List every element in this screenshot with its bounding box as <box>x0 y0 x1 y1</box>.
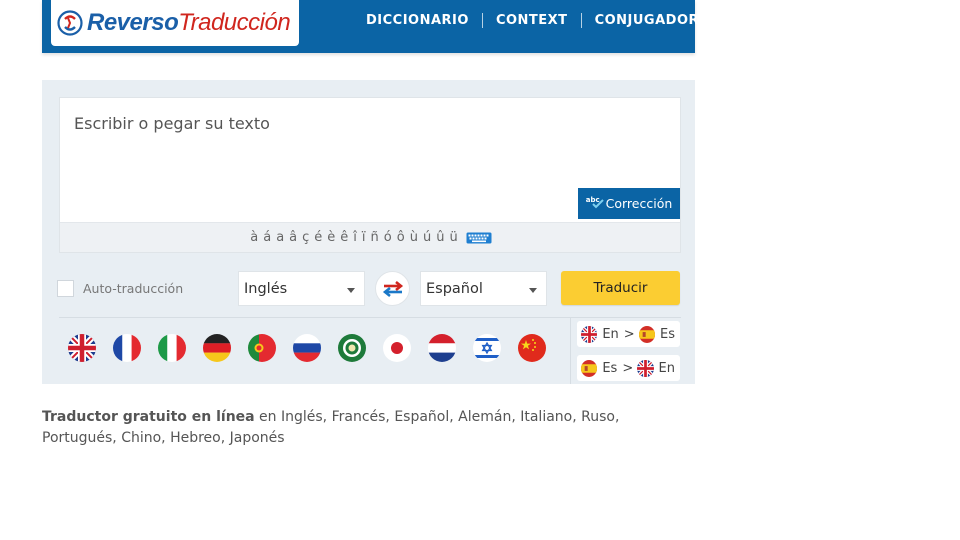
accent-char-key[interactable]: è <box>325 230 338 245</box>
china-flag-icon[interactable] <box>518 334 546 362</box>
language-flags <box>68 334 563 362</box>
accent-char-key[interactable]: û <box>434 230 447 245</box>
accent-char-key[interactable]: ô <box>394 230 407 245</box>
footer-description: Traductor gratuito en línea en Inglés, F… <box>42 407 682 449</box>
nav-context[interactable]: CONTEXT <box>483 13 582 28</box>
main-nav: DICCIONARIO CONTEXT CONJUGADOR <box>353 13 714 28</box>
accent-char-key[interactable]: é <box>312 230 325 245</box>
accent-char-key[interactable]: ê <box>338 230 351 245</box>
correction-label: Corrección <box>605 196 673 211</box>
auto-translate-label: Auto-traducción <box>83 281 184 296</box>
pair-from-label: Es <box>602 360 618 376</box>
source-language-value: Inglés <box>244 280 288 297</box>
accent-char-key[interactable]: ñ <box>368 230 381 245</box>
uk-flag-icon <box>637 359 654 377</box>
accent-char-key[interactable]: â <box>287 230 300 245</box>
pair-en-es-button[interactable]: En > Es <box>577 321 680 347</box>
pair-to-label: Es <box>659 326 675 342</box>
accent-char-key[interactable]: ù <box>407 230 420 245</box>
correction-button[interactable]: abc Corrección <box>578 188 680 219</box>
netherlands-flag-icon[interactable] <box>428 334 456 362</box>
accent-char-key[interactable]: ï <box>359 230 368 245</box>
swap-arrows-icon <box>382 280 403 297</box>
logo[interactable]: ReversoTraducción <box>51 0 299 46</box>
accent-keyboard: àáaâçéèêîïñóôùúûü <box>60 222 680 252</box>
source-language-select[interactable]: Inglés <box>238 271 365 306</box>
russia-flag-icon[interactable] <box>293 334 321 362</box>
pair-to-label: En <box>658 360 675 376</box>
germany-flag-icon[interactable] <box>203 334 231 362</box>
accent-char-key[interactable]: ó <box>381 230 394 245</box>
chevron-down-icon <box>529 288 537 293</box>
target-language-value: Español <box>426 280 483 297</box>
logo-text: ReversoTraducción <box>87 9 291 36</box>
translate-button[interactable]: Traducir <box>561 271 680 305</box>
uk-flag-icon <box>581 325 598 343</box>
israel-flag-icon[interactable] <box>473 334 501 362</box>
uk-flag-icon[interactable] <box>68 334 96 362</box>
header-bar: ReversoTraducción DICCIONARIO CONTEXT CO… <box>42 0 714 53</box>
pair-es-en-button[interactable]: Es > En <box>577 355 680 381</box>
accent-char-key[interactable]: á <box>261 230 274 245</box>
arabic-flag-icon[interactable] <box>338 334 366 362</box>
pair-separator: > <box>623 326 635 342</box>
target-language-select[interactable]: Español <box>420 271 547 306</box>
footer-strong: Traductor gratuito en línea <box>42 409 255 425</box>
japan-flag-icon[interactable] <box>383 334 411 362</box>
chevron-down-icon <box>347 288 355 293</box>
nav-diccionario[interactable]: DICCIONARIO <box>353 13 483 28</box>
keyboard-icon[interactable] <box>466 232 492 244</box>
swap-languages-button[interactable] <box>375 271 410 306</box>
divider <box>59 317 681 318</box>
italy-flag-icon[interactable] <box>158 334 186 362</box>
translator-panel: abc Corrección àáaâçéèêîïñóôùúûü Auto-tr… <box>42 80 695 384</box>
portugal-flag-icon[interactable] <box>248 334 276 362</box>
page: ReversoTraducción DICCIONARIO CONTEXT CO… <box>0 0 960 540</box>
abc-check-icon: abc <box>585 195 600 204</box>
nav-conjugador[interactable]: CONJUGADOR <box>582 13 714 28</box>
accent-char-key[interactable]: à <box>248 230 261 245</box>
divider <box>570 318 571 384</box>
accent-char-key[interactable]: ú <box>420 230 433 245</box>
spain-flag-icon <box>581 359 598 377</box>
pair-from-label: En <box>602 326 619 342</box>
pair-separator: > <box>622 360 634 376</box>
source-text-box: abc Corrección àáaâçéèêîïñóôùúûü <box>59 97 681 253</box>
auto-translate-row: Auto-traducción <box>57 280 183 297</box>
spain-flag-icon <box>638 325 655 343</box>
accent-char-key[interactable]: î <box>351 230 360 245</box>
auto-translate-checkbox[interactable] <box>57 280 74 297</box>
accent-char-key[interactable]: a <box>274 230 287 245</box>
accent-char-key[interactable]: ç <box>300 230 312 245</box>
france-flag-icon[interactable] <box>113 334 141 362</box>
reverso-logo-icon <box>57 10 83 36</box>
accent-char-key[interactable]: ü <box>447 230 460 245</box>
